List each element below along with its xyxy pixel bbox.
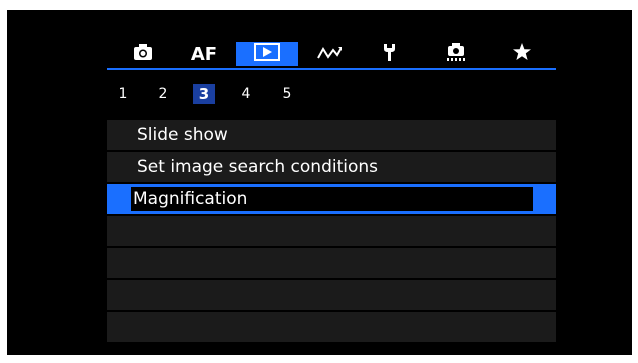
- page-3[interactable]: 3: [193, 84, 215, 104]
- page-5[interactable]: 5: [276, 84, 298, 104]
- menu-tab-bar: AF: [107, 40, 556, 80]
- menu-item-empty: [107, 248, 556, 278]
- menu-list: Slide show Set image search conditions M…: [107, 120, 556, 344]
- tab-custom-functions[interactable]: [441, 40, 471, 68]
- page-2[interactable]: 2: [152, 84, 174, 104]
- menu-item-label: Set image search conditions: [137, 157, 379, 177]
- tab-wireless[interactable]: [313, 40, 347, 68]
- menu-item-magnification[interactable]: Magnification: [107, 184, 556, 214]
- play-icon: [254, 43, 280, 65]
- menu-item-empty: [107, 280, 556, 310]
- page-4[interactable]: 4: [235, 84, 257, 104]
- tab-shooting[interactable]: [130, 40, 156, 68]
- wrench-icon: [382, 42, 396, 66]
- menu-item-empty: [107, 216, 556, 246]
- custom-function-icon: [445, 42, 467, 66]
- page-1[interactable]: 1: [112, 84, 134, 104]
- page-selector: 1 2 3 4 5: [107, 84, 556, 104]
- camera-menu-screen: AF 1 2 3 4 5 Slide show Set image search…: [7, 10, 632, 355]
- tab-af-label: AF: [190, 43, 218, 65]
- camera-icon: [133, 43, 153, 65]
- menu-item-empty: [107, 312, 556, 342]
- menu-item-label: Slide show: [137, 125, 228, 145]
- tab-my-menu[interactable]: [510, 40, 534, 68]
- tab-underline: [107, 68, 556, 70]
- star-icon: [512, 42, 532, 66]
- tab-playback[interactable]: [234, 40, 300, 68]
- menu-item-slide-show[interactable]: Slide show: [107, 120, 556, 150]
- menu-item-image-search[interactable]: Set image search conditions: [107, 152, 556, 182]
- wireless-icon: [317, 45, 343, 64]
- tab-setup[interactable]: [377, 40, 401, 68]
- tab-af[interactable]: AF: [189, 40, 219, 68]
- menu-item-label: Magnification: [133, 189, 248, 209]
